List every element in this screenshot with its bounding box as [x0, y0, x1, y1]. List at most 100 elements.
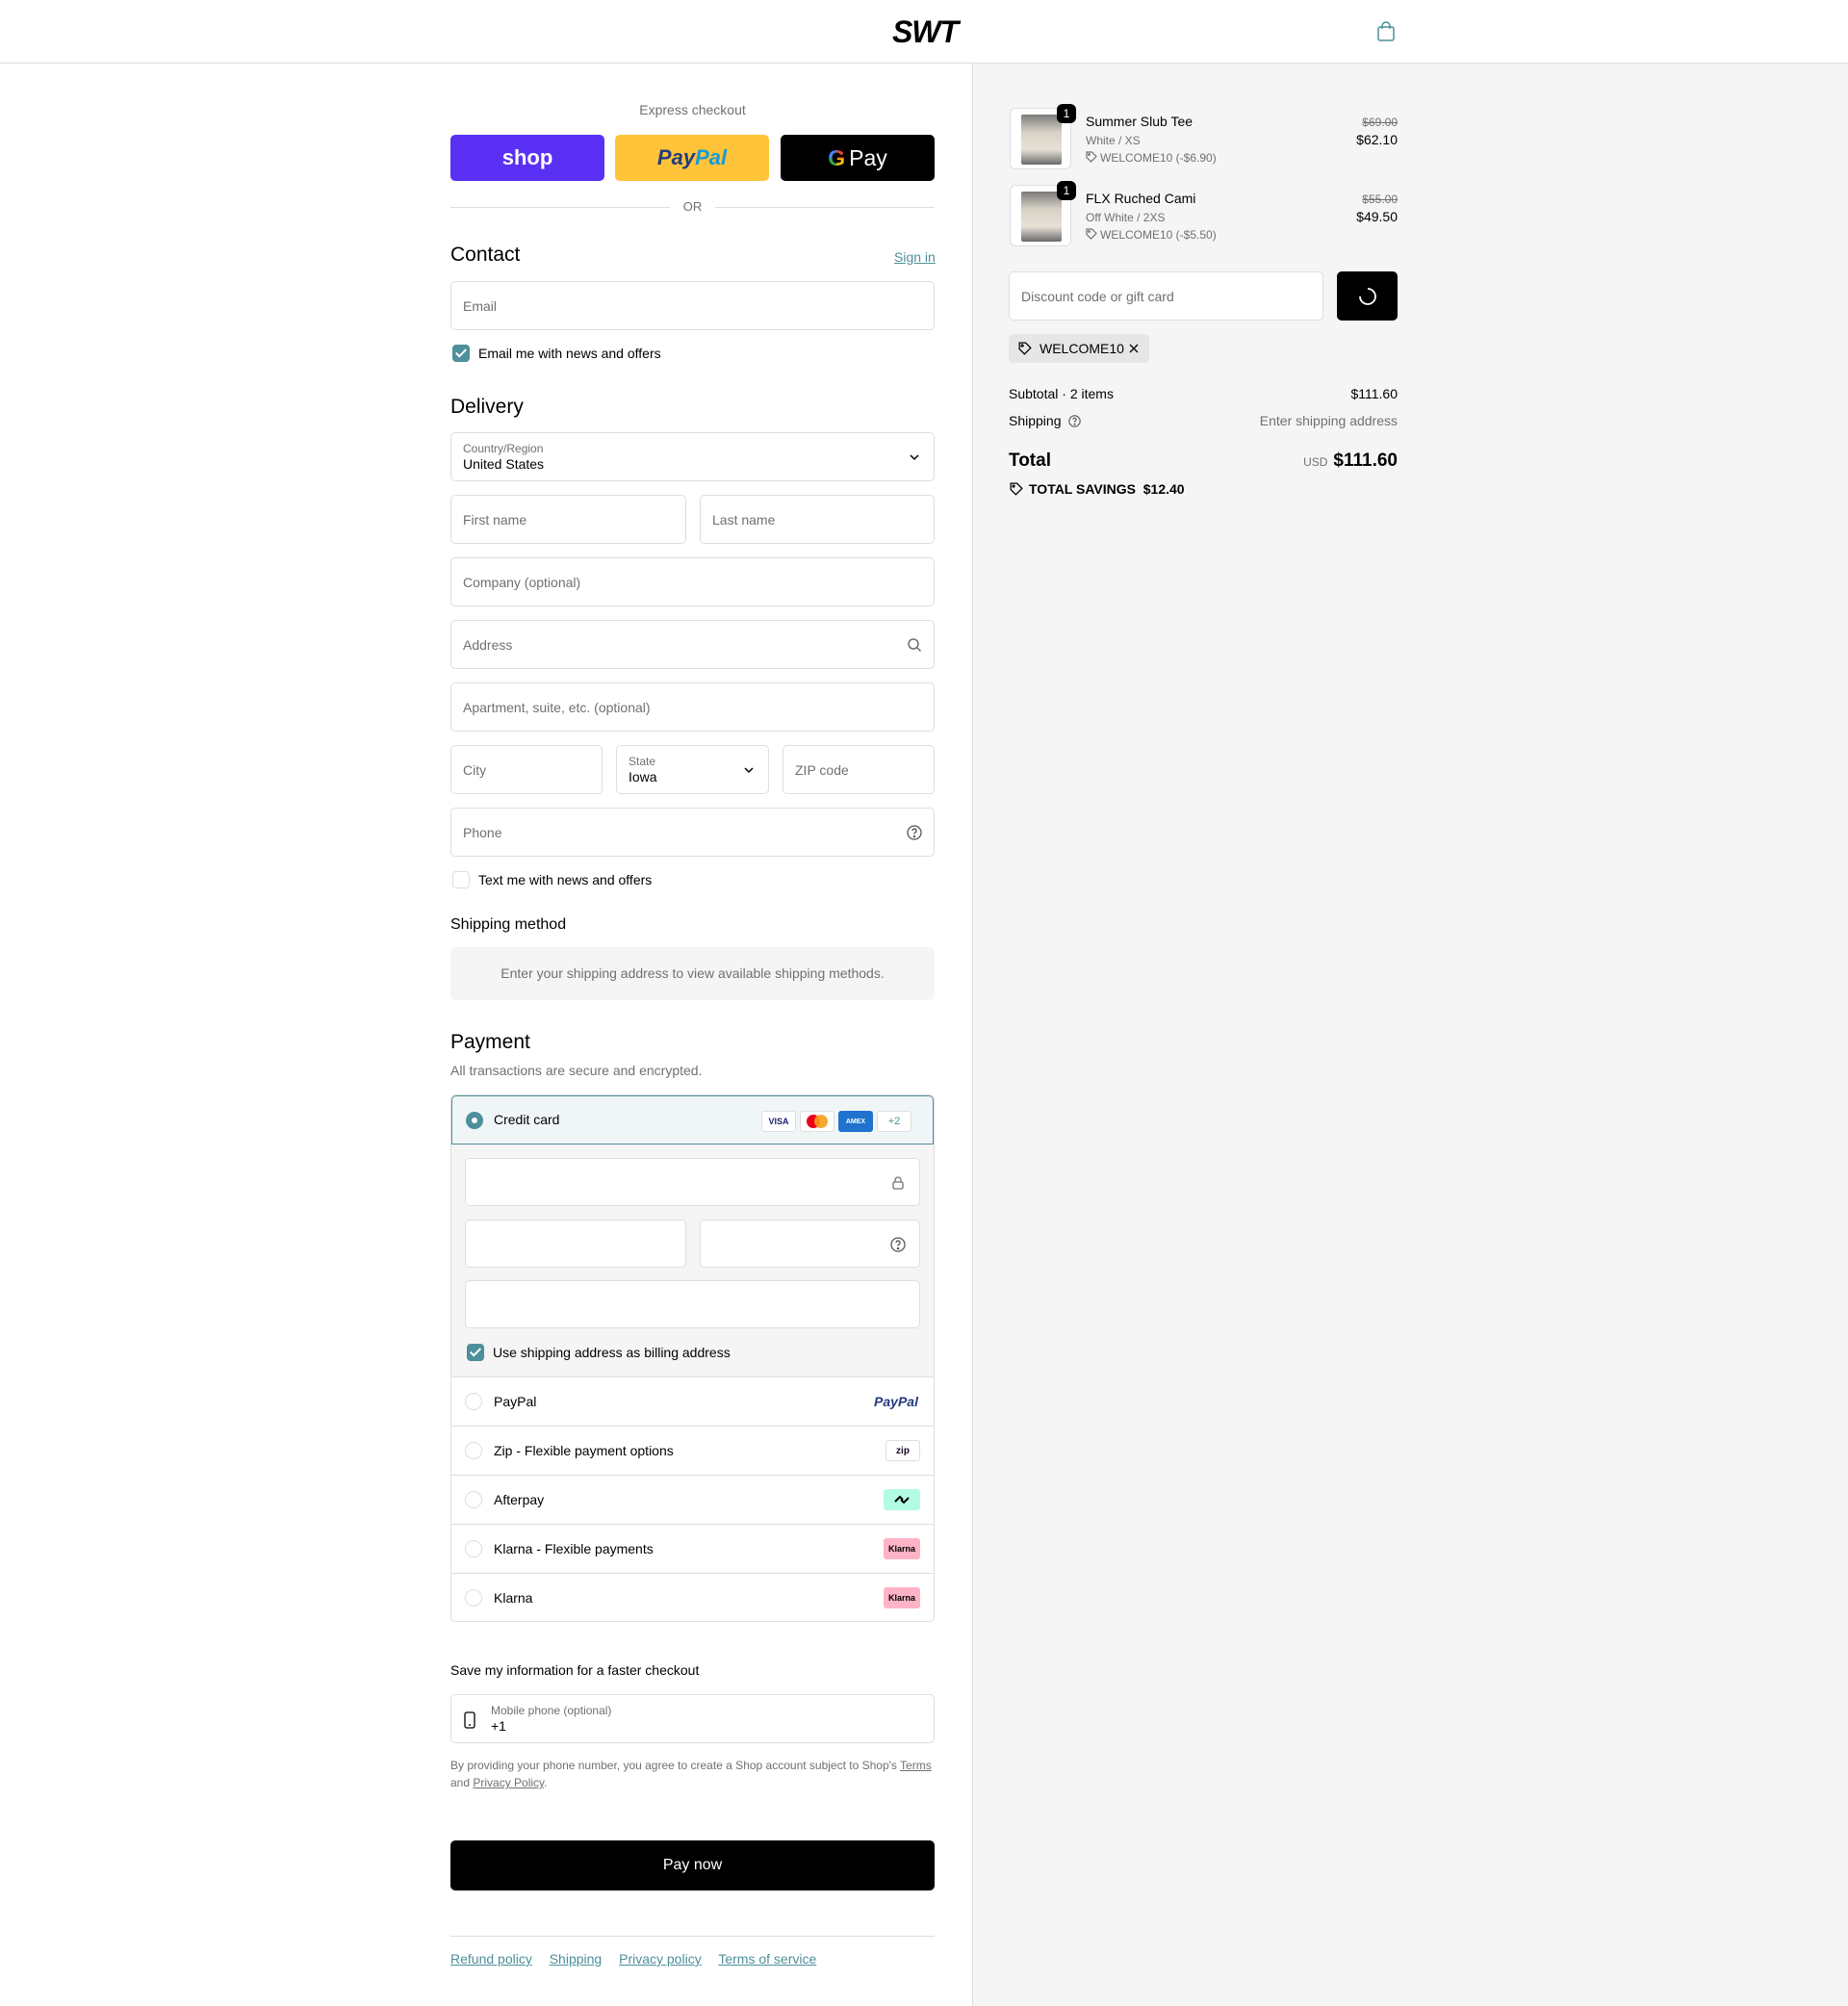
address-field[interactable]: Address: [450, 620, 935, 669]
header: SWT: [0, 0, 1848, 64]
payment-subtitle: All transactions are secure and encrypte…: [450, 1063, 703, 1078]
brand-logo[interactable]: SWT: [865, 17, 985, 46]
shop-pay-button[interactable]: shop: [450, 135, 604, 181]
item-variant: White / XS: [1086, 134, 1141, 147]
quantity-badge: 1: [1057, 104, 1076, 123]
payment-option-label: Afterpay: [494, 1492, 545, 1507]
afterpay-radio[interactable]: [465, 1491, 482, 1508]
email-news-label: Email me with news and offers: [478, 346, 661, 361]
delivery-title: Delivery: [450, 396, 524, 418]
name-on-card-field[interactable]: [465, 1280, 920, 1328]
payment-methods: Credit card VISA AMEX +2 Use shipping ad…: [450, 1094, 935, 1622]
privacy-policy-link[interactable]: Privacy Policy: [473, 1776, 544, 1789]
footer-links: Refund policy Shipping Privacy policy Te…: [450, 1951, 830, 1967]
zip-logo-icon: zip: [886, 1440, 920, 1461]
item-price: $62.10: [1356, 132, 1398, 147]
svg-text:SWT: SWT: [892, 17, 962, 46]
apartment-field[interactable]: Apartment, suite, etc. (optional): [450, 682, 935, 732]
payment-option-paypal[interactable]: PayPal PayPal: [451, 1377, 934, 1427]
state-select[interactable]: State Iowa: [616, 745, 769, 794]
remove-discount-icon[interactable]: [1128, 343, 1140, 354]
mastercard-icon: [800, 1111, 834, 1132]
company-field[interactable]: Company (optional): [450, 557, 935, 606]
save-info-title: Save my information for a faster checkou…: [450, 1662, 700, 1678]
google-pay-button[interactable]: G Pay: [781, 135, 935, 181]
phone-field[interactable]: Phone: [450, 808, 935, 857]
discount-code-input[interactable]: Discount code or gift card: [1009, 271, 1323, 321]
zip-radio[interactable]: [465, 1442, 482, 1459]
item-original-price: $69.00: [1362, 116, 1398, 129]
payment-option-afterpay[interactable]: Afterpay: [451, 1476, 934, 1525]
applied-discount-chip: WELCOME10: [1009, 334, 1149, 363]
subtotal-label: Subtotal · 2 items: [1009, 386, 1114, 401]
payment-option-klarna[interactable]: Klarna Klarna: [451, 1574, 934, 1621]
payment-option-label: PayPal: [494, 1394, 537, 1409]
paypal-radio[interactable]: [465, 1393, 482, 1410]
item-discount: WELCOME10 (-$6.90): [1086, 151, 1217, 165]
terms-link[interactable]: Terms: [900, 1759, 932, 1772]
apply-discount-button[interactable]: [1337, 271, 1398, 321]
klarna-flexible-radio[interactable]: [465, 1540, 482, 1557]
help-icon[interactable]: [890, 1237, 906, 1252]
paypal-button[interactable]: Pay Pal: [615, 135, 769, 181]
terms-of-service-link[interactable]: Terms of service: [718, 1951, 816, 1967]
credit-card-form: Use shipping address as billing address: [451, 1144, 934, 1377]
payment-title: Payment: [450, 1031, 530, 1053]
loading-spinner-icon: [1359, 288, 1376, 305]
visa-icon: VISA: [761, 1111, 796, 1132]
klarna-logo-icon: Klarna: [884, 1538, 920, 1559]
expiration-field[interactable]: [465, 1220, 686, 1268]
credit-card-label: Credit card: [494, 1112, 560, 1127]
tag-icon: [1018, 342, 1032, 355]
security-code-field[interactable]: [700, 1220, 920, 1268]
payment-option-zip[interactable]: Zip - Flexible payment options zip: [451, 1427, 934, 1476]
credit-card-option[interactable]: Credit card VISA AMEX +2: [451, 1095, 934, 1144]
quantity-badge: 1: [1057, 181, 1076, 200]
search-icon: [908, 638, 922, 653]
or-divider: OR: [450, 198, 935, 216]
text-news-checkbox[interactable]: [452, 871, 470, 888]
country-select[interactable]: Country/Region United States: [450, 432, 935, 481]
shipping-policy-link[interactable]: Shipping: [550, 1951, 603, 1967]
city-field[interactable]: City: [450, 745, 603, 794]
first-name-field[interactable]: First name: [450, 495, 686, 544]
shipping-value: Enter shipping address: [1259, 413, 1398, 428]
item-name: FLX Ruched Cami: [1086, 191, 1196, 206]
billing-address-checkbox[interactable]: [467, 1344, 484, 1361]
card-number-field[interactable]: [465, 1158, 920, 1206]
sign-in-link[interactable]: Sign in: [894, 249, 936, 265]
total-value: USD $111.60: [1303, 450, 1398, 471]
email-news-checkbox[interactable]: [452, 345, 470, 362]
refund-policy-link[interactable]: Refund policy: [450, 1951, 532, 1967]
shopping-bag-icon[interactable]: [1374, 20, 1398, 43]
item-original-price: $55.00: [1362, 193, 1398, 206]
item-name: Summer Slub Tee: [1086, 114, 1194, 129]
klarna-radio[interactable]: [465, 1589, 482, 1607]
pay-now-button[interactable]: Pay now: [450, 1840, 935, 1890]
total-savings: TOTAL SAVINGS $12.40: [1009, 481, 1185, 497]
email-field[interactable]: Email: [450, 281, 935, 330]
last-name-field[interactable]: Last name: [700, 495, 935, 544]
payment-option-label: Zip - Flexible payment options: [494, 1443, 674, 1458]
shipping-method-message: Enter your shipping address to view avai…: [450, 947, 935, 1000]
billing-address-label: Use shipping address as billing address: [493, 1345, 731, 1360]
help-icon[interactable]: [907, 825, 922, 840]
chevron-down-icon: [744, 767, 754, 774]
help-icon[interactable]: [1068, 415, 1082, 427]
subtotal-value: $111.60: [1350, 386, 1398, 401]
shipping-method-title: Shipping method: [450, 916, 567, 933]
credit-card-radio[interactable]: [466, 1112, 483, 1129]
shipping-label: Shipping: [1009, 413, 1082, 428]
more-cards-badge: +2: [877, 1111, 911, 1132]
contact-title: Contact: [450, 244, 521, 266]
item-variant: Off White / 2XS: [1086, 211, 1166, 224]
express-checkout-title: Express checkout: [639, 102, 746, 117]
zip-field[interactable]: ZIP code: [783, 745, 935, 794]
mobile-phone-field[interactable]: Mobile phone (optional) +1: [450, 1694, 935, 1743]
tag-icon: [1010, 482, 1023, 496]
total-label: Total: [1009, 450, 1051, 471]
payment-option-klarna-flexible[interactable]: Klarna - Flexible payments Klarna: [451, 1525, 934, 1574]
afterpay-logo-icon: [884, 1489, 920, 1510]
privacy-policy-footer-link[interactable]: Privacy policy: [619, 1951, 702, 1967]
chevron-down-icon: [910, 454, 919, 461]
